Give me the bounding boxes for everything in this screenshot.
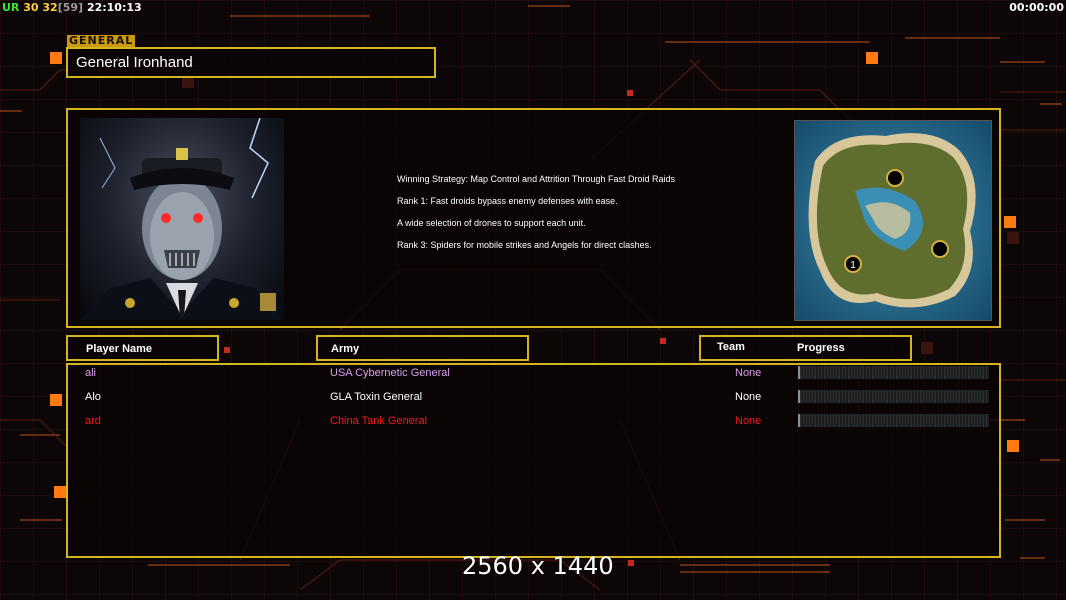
general-portrait (80, 118, 284, 320)
clock: 22:10:13 (86, 1, 142, 14)
fps-counter: UR 30 32[59] 22:10:13 (2, 1, 142, 14)
player-row[interactable]: ard China Tank General None (0, 412, 1066, 432)
map-preview: 1 (794, 120, 992, 321)
progress-header: Progress (797, 342, 845, 354)
army-cell: China Tank General (330, 415, 428, 427)
player-name-cell: ali (85, 367, 97, 379)
strategy-line: Rank 1: Fast droids bypass enemy defense… (397, 196, 618, 206)
general-name: General Ironhand (76, 54, 193, 71)
cyborg-general-portrait-icon (80, 118, 284, 320)
start-position-marker: 1 (850, 260, 856, 271)
ur-value-2: 32 (42, 1, 58, 14)
player-name-header-box: Player Name (66, 335, 219, 361)
army-header-box: Army (316, 335, 529, 361)
player-row[interactable]: Alo GLA Toxin General None (0, 388, 1066, 408)
strategy-line: A wide selection of drones to support ea… (397, 218, 586, 228)
team-progress-header-box: Team Progress (699, 335, 912, 361)
ur-bracket-value: [59] (57, 1, 84, 14)
player-row[interactable]: ali USA Cybernetic General None (0, 364, 1066, 384)
strategy-line: Rank 3: Spiders for mobile strikes and A… (397, 240, 652, 250)
army-cell: USA Cybernetic General (330, 367, 450, 379)
general-section-label: GENERAL (67, 34, 136, 47)
team-cell: None (735, 391, 762, 403)
army-header: Army (331, 343, 360, 355)
strategy-line: Winning Strategy: Map Control and Attrit… (397, 174, 675, 184)
island-minimap-icon: 1 (795, 121, 991, 320)
ur-value-1: 30 (23, 1, 39, 14)
player-name-cell: ard (85, 415, 101, 427)
resolution-watermark: 2560 x 1440 (462, 552, 614, 580)
player-name-header: Player Name (86, 343, 153, 355)
progress-bar (798, 366, 989, 379)
general-name-box: General Ironhand (66, 47, 436, 78)
team-header: Team (717, 341, 745, 353)
progress-bar (798, 414, 989, 427)
team-cell: None (735, 367, 762, 379)
game-timer: 00:00:00 (1009, 1, 1064, 14)
progress-bar (798, 390, 989, 403)
army-cell: GLA Toxin General (330, 391, 423, 403)
player-name-cell: Alo (85, 391, 101, 403)
ur-label: UR (2, 1, 20, 14)
strategy-description: Winning Strategy: Map Control and Attrit… (397, 174, 697, 262)
team-cell: None (735, 415, 762, 427)
